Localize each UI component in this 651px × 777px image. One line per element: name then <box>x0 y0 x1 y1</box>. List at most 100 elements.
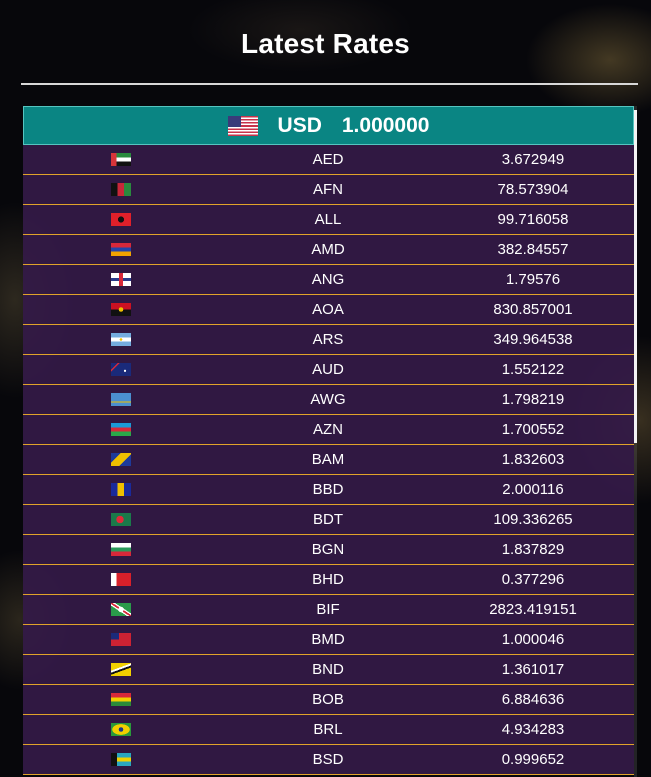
flag-cell <box>23 153 223 166</box>
currency-rate: 1.837829 <box>501 541 565 558</box>
flag-cell <box>23 273 223 286</box>
flag-cell <box>23 513 223 526</box>
rate-row: AUD 1.552122 <box>23 355 634 385</box>
bb-flag-icon <box>111 483 131 496</box>
rate-row: BBD 2.000116 <box>23 475 634 505</box>
flag-cell <box>23 303 223 316</box>
currency-rate: 1.700552 <box>501 421 565 438</box>
rate-row: AOA 830.857001 <box>23 295 634 325</box>
currency-code: BRL <box>313 721 343 738</box>
rate-row: AZN 1.700552 <box>23 415 634 445</box>
flag-cell <box>23 243 223 256</box>
page-title: Latest Rates <box>241 28 410 59</box>
rate-row: BND 1.361017 <box>23 655 634 685</box>
currency-code: AWG <box>310 391 346 408</box>
br-flag-icon <box>111 723 131 736</box>
an-flag-icon <box>111 273 131 286</box>
rate-row: BIF 2823.419151 <box>23 595 634 625</box>
rate-row: BOB 6.884636 <box>23 685 634 715</box>
currency-code: BIF <box>316 601 340 618</box>
az-flag-icon <box>111 423 131 436</box>
base-currency-code: USD <box>277 113 322 137</box>
bi-flag-icon <box>111 603 131 616</box>
currency-rate: 0.377296 <box>501 571 565 588</box>
currency-rate: 78.573904 <box>497 181 569 198</box>
rate-row: AED 3.672949 <box>23 145 634 175</box>
rate-row: ANG 1.79576 <box>23 265 634 295</box>
currency-rate: 1.79576 <box>505 271 561 288</box>
currency-code: BND <box>312 661 344 678</box>
am-flag-icon <box>111 243 131 256</box>
currency-rate: 1.832603 <box>501 451 565 468</box>
rates-list: AED 3.672949 AFN 78.573904 ALL 99.716058 AMD 38… <box>23 145 634 775</box>
al-flag-icon <box>111 213 131 226</box>
bh-flag-icon <box>111 573 131 586</box>
flag-cell <box>23 543 223 556</box>
scrollbar-thumb[interactable] <box>634 110 637 443</box>
rate-row: BSD 0.999652 <box>23 745 634 775</box>
currency-rate: 99.716058 <box>497 211 569 228</box>
currency-rate: 3.672949 <box>501 151 565 168</box>
currency-code: AUD <box>312 361 344 378</box>
ar-flag-icon <box>111 333 131 346</box>
rate-row: BMD 1.000046 <box>23 625 634 655</box>
flag-cell <box>23 663 223 676</box>
bo-flag-icon <box>111 693 131 706</box>
currency-code: ARS <box>312 331 344 348</box>
currency-rate: 349.964538 <box>493 331 573 348</box>
ae-flag-icon <box>111 153 131 166</box>
flag-cell <box>23 393 223 406</box>
ao-flag-icon <box>111 303 131 316</box>
currency-code: BSD <box>312 751 344 768</box>
flag-cell <box>23 633 223 646</box>
flag-cell <box>23 693 223 706</box>
ba-flag-icon <box>111 453 131 466</box>
currency-code: ANG <box>311 271 345 288</box>
currency-code: AED <box>312 151 344 168</box>
flag-cell <box>23 483 223 496</box>
rate-row: ALL 99.716058 <box>23 205 634 235</box>
rates-panel[interactable]: USD 1.000000 AED 3.672949 AFN 78.573904 ALL 9… <box>23 106 634 777</box>
rate-row: BDT 109.336265 <box>23 505 634 535</box>
currency-code: BGN <box>311 541 345 558</box>
flag-cell <box>23 573 223 586</box>
currency-code: AMD <box>311 241 345 258</box>
rate-row: BRL 4.934283 <box>23 715 634 745</box>
rate-row: AWG 1.798219 <box>23 385 634 415</box>
rate-row: BGN 1.837829 <box>23 535 634 565</box>
rate-row: AFN 78.573904 <box>23 175 634 205</box>
au-flag-icon <box>111 363 131 376</box>
flag-cell <box>23 363 223 376</box>
af-flag-icon <box>111 183 131 196</box>
currency-rate: 1.552122 <box>501 361 565 378</box>
currency-rate: 1.361017 <box>501 661 565 678</box>
bn-flag-icon <box>111 663 131 676</box>
flag-cell <box>23 453 223 466</box>
bs-flag-icon <box>111 753 131 766</box>
rate-row: BHD 0.377296 <box>23 565 634 595</box>
currency-code: BOB <box>312 691 344 708</box>
currency-code: AZN <box>313 421 343 438</box>
currency-rate: 1.798219 <box>501 391 565 408</box>
currency-code: AFN <box>313 181 343 198</box>
currency-code: BAM <box>311 451 345 468</box>
bd-flag-icon <box>111 513 131 526</box>
bg-flag-icon <box>111 543 131 556</box>
currency-rate: 2.000116 <box>502 481 564 498</box>
flag-cell <box>23 333 223 346</box>
currency-code: BDT <box>313 511 343 528</box>
currency-rate: 0.999652 <box>501 751 565 768</box>
currency-rate: 2823.419151 <box>489 601 577 618</box>
currency-code: ALL <box>314 211 342 228</box>
currency-code: BMD <box>311 631 345 648</box>
flag-cell <box>23 603 223 616</box>
currency-rate: 382.84557 <box>497 241 569 258</box>
currency-rate: 4.934283 <box>501 721 565 738</box>
flag-cell <box>23 723 223 736</box>
currency-rate: 109.336265 <box>493 511 573 528</box>
flag-cell <box>23 753 223 766</box>
flag-cell <box>23 213 223 226</box>
base-currency-rate: 1.000000 <box>341 113 430 137</box>
currency-rate: 1.000046 <box>501 631 565 648</box>
currency-code: BBD <box>312 481 344 498</box>
